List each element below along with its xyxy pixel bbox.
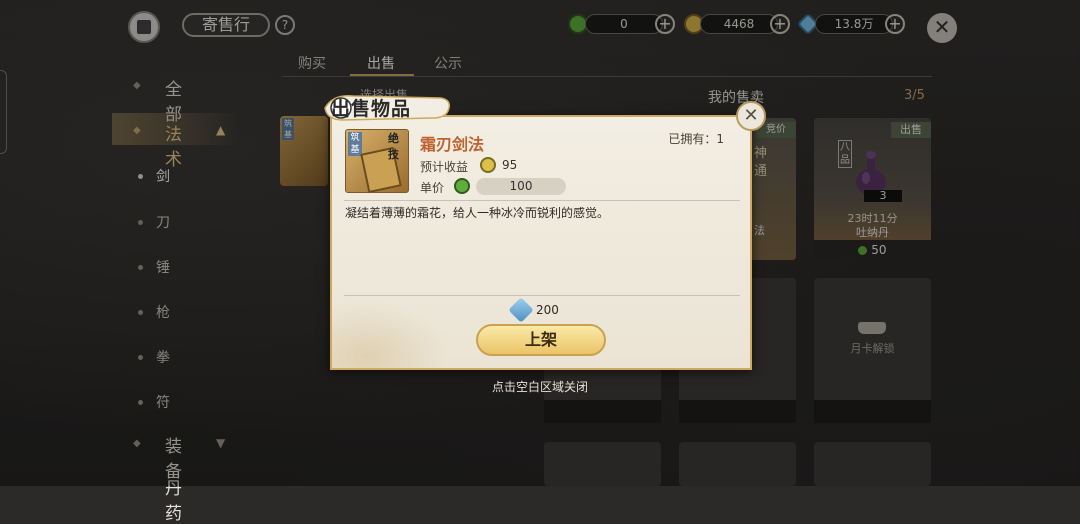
item-name: 霜刃剑法 — [420, 135, 485, 154]
cloud-decoration — [330, 300, 450, 370]
item-tag: 绝技 — [388, 132, 399, 161]
dialog-title: 出售物品 — [331, 98, 412, 120]
sell-item-dialog: 筑基 绝技 霜刃剑法 已拥有：1 预计收益 95 单价 100 凝结着薄薄的霜花… — [330, 115, 752, 370]
divider — [344, 295, 740, 296]
gold-coin-icon — [480, 157, 496, 173]
list-for-sale-button[interactable]: 上架 — [476, 324, 606, 356]
owned-count: 已拥有：1 — [668, 132, 724, 146]
item-grade-badge: 筑基 — [348, 132, 362, 156]
listing-fee-value: 200 — [536, 303, 559, 317]
unit-price-input[interactable]: 100 — [476, 178, 566, 195]
estimated-income-value: 95 — [502, 158, 518, 172]
unit-price-label: 单价 — [420, 181, 445, 195]
crystal-icon — [508, 297, 534, 323]
close-dialog-button[interactable]: ✕ — [736, 101, 766, 131]
dialog-title-banner: 出售物品 — [323, 92, 453, 124]
green-coin-icon — [454, 178, 470, 194]
divider — [344, 200, 740, 201]
item-icon: 筑基 绝技 — [345, 129, 409, 194]
item-description: 凝结着薄薄的霜花，给人一种冰冷而锐利的感觉。 — [345, 206, 610, 220]
estimated-income-label: 预计收益 — [420, 160, 469, 174]
close-hint: 点击空白区域关闭 — [491, 380, 588, 394]
